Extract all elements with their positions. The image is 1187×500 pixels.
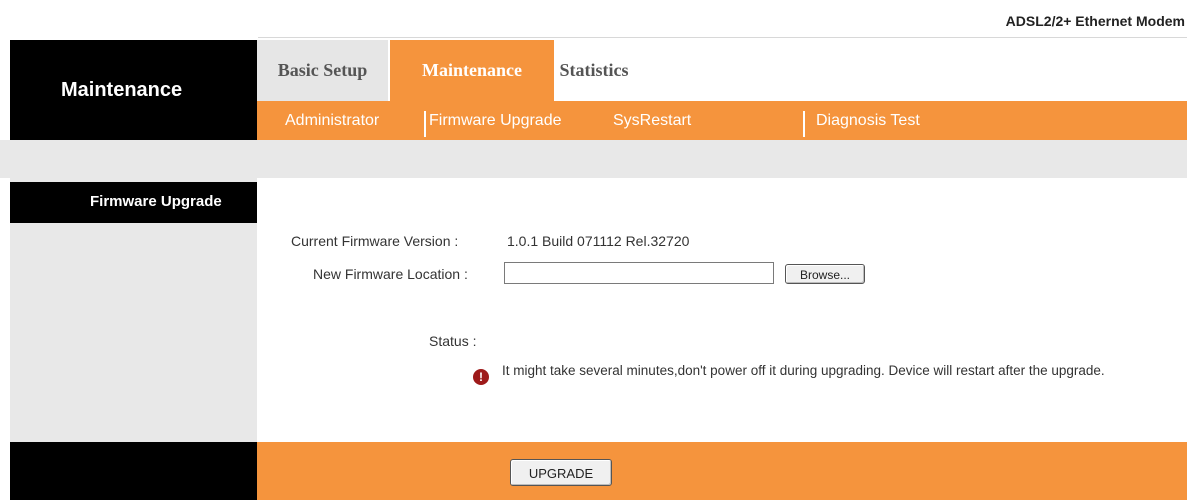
section-title: Firmware Upgrade [90,193,222,210]
status-label: Status : [429,333,477,349]
device-model-title: ADSL2/2+ Ethernet Modem [1005,13,1185,29]
current-firmware-value: 1.0.1 Build 071112 Rel.32720 [507,233,690,249]
tab-basic-setup[interactable]: Basic Setup [257,40,388,101]
grey-spacer-strip [0,140,1187,178]
subtab-diagnosis-test[interactable]: Diagnosis Test [816,101,920,140]
top-divider [258,37,1187,38]
section-title-panel: Firmware Upgrade [10,182,257,223]
main-tab-bar: Basic Setup Maintenance Statistics [257,40,1187,101]
left-header-title: Maintenance [61,79,183,101]
bottom-action-bar [257,442,1187,500]
browse-button[interactable]: Browse... [785,264,865,284]
current-firmware-label: Current Firmware Version : [291,233,459,249]
subtab-administrator[interactable]: Administrator [285,101,379,140]
subtab-firmware-upgrade[interactable]: Firmware Upgrade [429,101,561,140]
tab-statistics[interactable]: Statistics [554,40,634,101]
upgrade-button[interactable]: UPGRADE [510,459,612,486]
bottom-left-panel [10,442,257,500]
new-firmware-label: New Firmware Location : [313,266,468,282]
firmware-file-input[interactable] [504,262,774,284]
exclamation-circle-icon: ! [473,369,489,385]
tab-maintenance[interactable]: Maintenance [390,40,554,101]
subtab-separator [424,111,426,137]
subtab-sysrestart[interactable]: SysRestart [613,101,691,140]
upgrade-warning-text: It might take several minutes,don't powe… [502,363,1105,378]
sub-tab-bar: Administrator Firmware Upgrade SysRestar… [257,101,1187,140]
subtab-separator [803,111,805,137]
left-header-panel: Maintenance [10,40,257,140]
